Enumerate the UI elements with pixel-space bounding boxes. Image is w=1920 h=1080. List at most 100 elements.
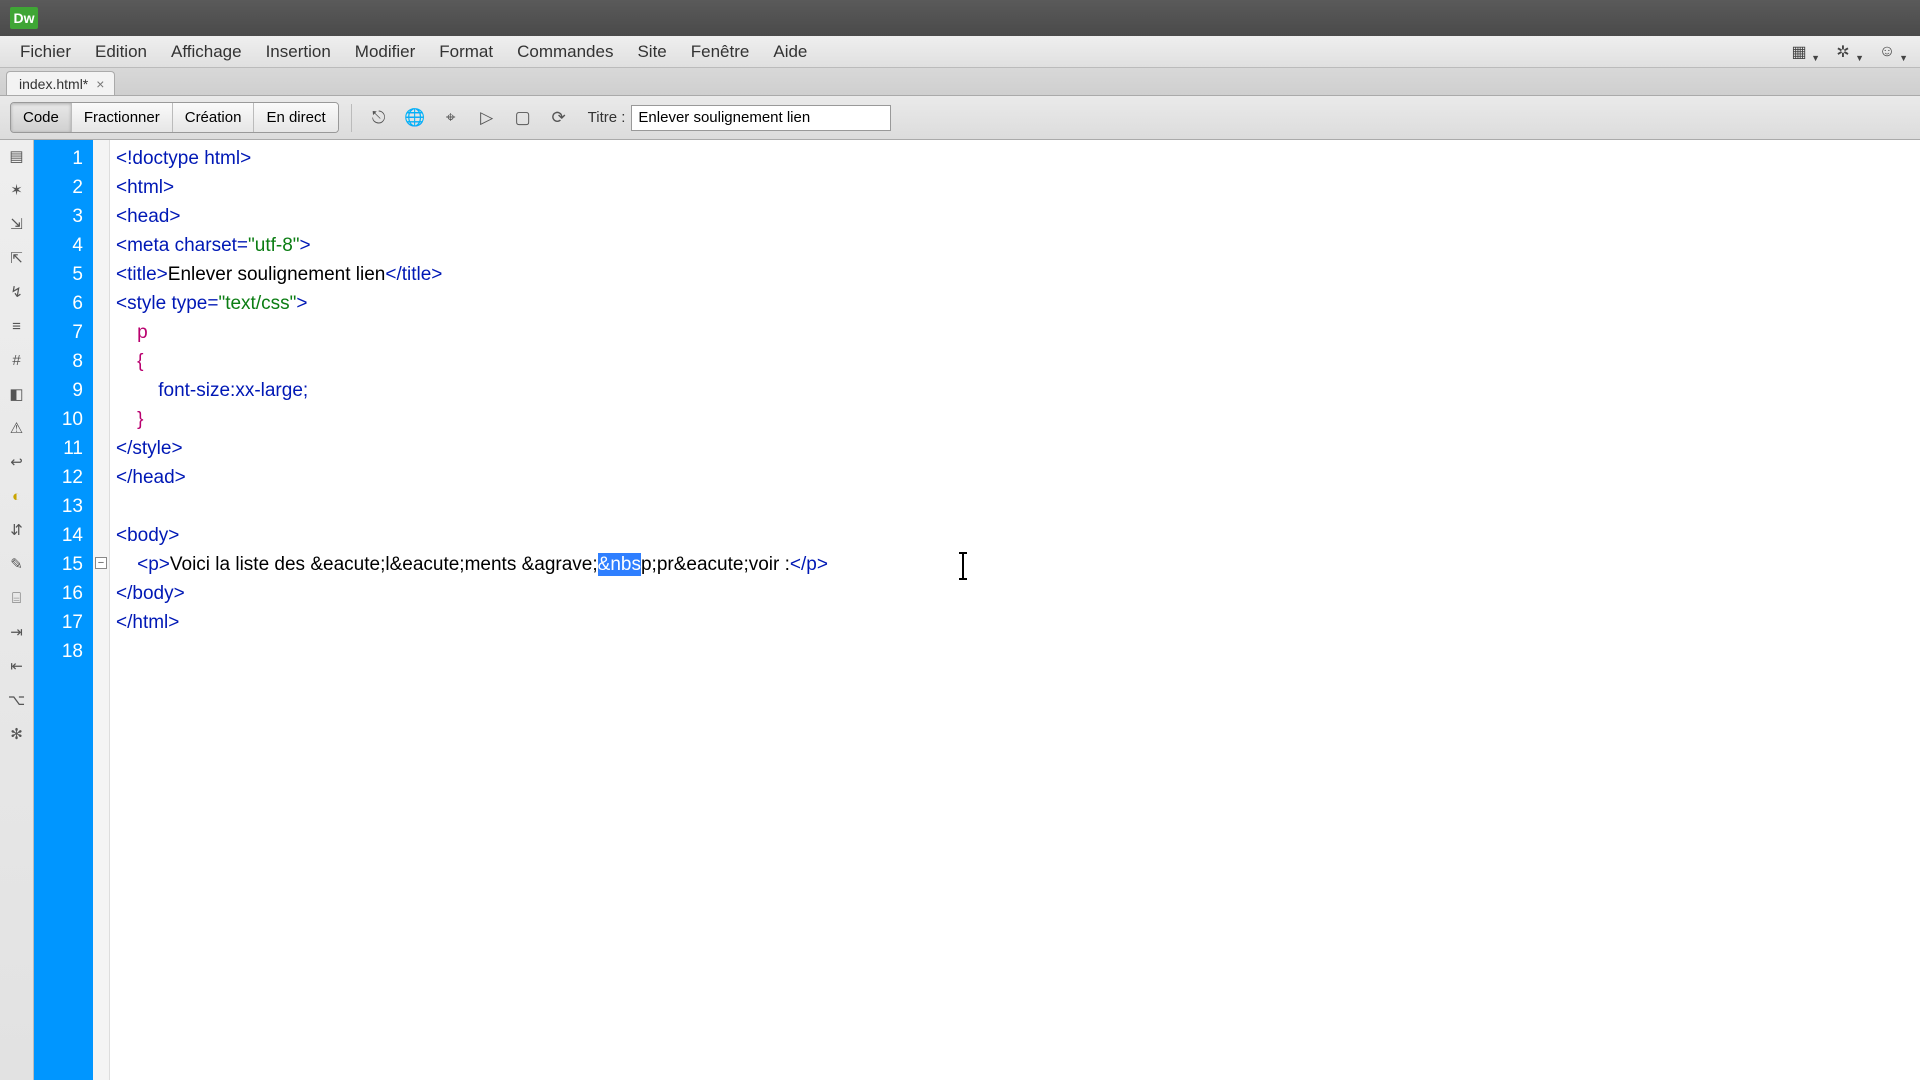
line-number: 6 bbox=[34, 289, 93, 318]
code-text: </html> bbox=[116, 612, 179, 633]
menu-site[interactable]: Site bbox=[625, 38, 678, 66]
code-text: { bbox=[116, 351, 143, 372]
balance-braces-icon[interactable]: ≡ bbox=[6, 316, 28, 336]
code-text: &agrave; bbox=[522, 554, 598, 575]
inspect-icon[interactable]: ⌖ bbox=[436, 104, 466, 132]
line-number: 16 bbox=[34, 579, 93, 608]
code-text: "text/css" bbox=[218, 293, 296, 314]
menu-edition[interactable]: Edition bbox=[83, 38, 159, 66]
menu-fichier[interactable]: Fichier bbox=[8, 38, 83, 66]
code-text: voir : bbox=[749, 554, 790, 575]
tab-close-icon[interactable]: × bbox=[96, 76, 104, 92]
word-wrap-icon[interactable]: ↩ bbox=[6, 452, 28, 472]
menu-format[interactable]: Format bbox=[427, 38, 505, 66]
move-css-icon[interactable]: ⌸ bbox=[6, 588, 28, 608]
code-text: <title> bbox=[116, 264, 168, 285]
code-editor[interactable]: <!doctype html> <html> <head> <meta char… bbox=[110, 140, 1920, 1080]
line-number: 7 bbox=[34, 318, 93, 347]
comment-icon[interactable]: ✻ bbox=[6, 724, 28, 744]
code-text: </title> bbox=[385, 264, 442, 285]
menu-modifier[interactable]: Modifier bbox=[343, 38, 427, 66]
syntax-error-icon[interactable]: ⚠ bbox=[6, 418, 28, 438]
refresh-icon[interactable]: ⟳ bbox=[544, 104, 574, 132]
line-number: 17 bbox=[34, 608, 93, 637]
view-mode-group: Code Fractionner Création En direct bbox=[10, 102, 339, 133]
highlight-icon[interactable]: ◧ bbox=[6, 384, 28, 404]
menu-bar: Fichier Edition Affichage Insertion Modi… bbox=[0, 36, 1920, 68]
app-logo: Dw bbox=[10, 7, 38, 29]
expand-icon[interactable]: ⇱ bbox=[6, 248, 28, 268]
tab-bar: index.html* × bbox=[0, 68, 1920, 96]
star-icon[interactable]: ✶ bbox=[6, 180, 28, 200]
line-number: 5 bbox=[34, 260, 93, 289]
play-icon[interactable]: ▷ bbox=[472, 104, 502, 132]
code-text: > bbox=[296, 293, 307, 314]
line-number: 4 bbox=[34, 231, 93, 260]
code-text: &eacute; bbox=[390, 554, 465, 575]
line-number: 12 bbox=[34, 463, 93, 492]
separator bbox=[351, 104, 352, 132]
line-number: 14 bbox=[34, 521, 93, 550]
format-source-icon[interactable]: ⌥ bbox=[6, 690, 28, 710]
view-split-button[interactable]: Fractionner bbox=[72, 103, 173, 132]
code-text: font-size:xx-large; bbox=[116, 380, 308, 401]
line-number: 8 bbox=[34, 347, 93, 376]
menu-affichage[interactable]: Affichage bbox=[159, 38, 254, 66]
fold-strip bbox=[93, 140, 110, 1080]
user-icon[interactable]: ☺▼ bbox=[1874, 42, 1900, 62]
code-text: <style type= bbox=[116, 293, 218, 314]
code-nav-icon[interactable]: ⇵ bbox=[6, 520, 28, 540]
collapse-icon[interactable]: ⇲ bbox=[6, 214, 28, 234]
code-text: p bbox=[116, 322, 148, 343]
view-code-button[interactable]: Code bbox=[11, 103, 72, 132]
line-number: 15− bbox=[34, 550, 93, 579]
code-text: "utf-8" bbox=[248, 235, 300, 256]
view-design-button[interactable]: Création bbox=[173, 103, 255, 132]
code-text: </p> bbox=[790, 554, 828, 575]
apply-source-icon[interactable]: ◐ bbox=[6, 486, 28, 506]
recent-snippet-icon[interactable]: ✎ bbox=[6, 554, 28, 574]
gear-icon[interactable]: ✲▼ bbox=[1830, 42, 1856, 62]
code-text: > bbox=[300, 235, 311, 256]
fold-toggle-icon[interactable]: − bbox=[95, 557, 107, 569]
select-parent-icon[interactable]: ↯ bbox=[6, 282, 28, 302]
title-input[interactable] bbox=[631, 105, 891, 131]
title-bar: Dw bbox=[0, 0, 1920, 36]
indent-icon[interactable]: ⇥ bbox=[6, 622, 28, 642]
code-text: </body> bbox=[116, 583, 185, 604]
code-text: <meta charset= bbox=[116, 235, 248, 256]
code-text: p bbox=[641, 554, 652, 575]
globe-icon[interactable]: 🌐 bbox=[400, 104, 430, 132]
menu-insertion[interactable]: Insertion bbox=[254, 38, 343, 66]
code-text: <html> bbox=[116, 177, 174, 198]
menu-fenetre[interactable]: Fenêtre bbox=[679, 38, 762, 66]
tab-file[interactable]: index.html* × bbox=[6, 71, 115, 95]
text-cursor-icon bbox=[962, 552, 964, 580]
code-text: <!doctype html> bbox=[116, 148, 251, 169]
view-live-button[interactable]: En direct bbox=[254, 103, 337, 132]
code-text: Enlever soulignement lien bbox=[168, 264, 386, 285]
code-text: } bbox=[116, 409, 143, 430]
screen-icon[interactable]: ▢ bbox=[508, 104, 538, 132]
line-number: 13 bbox=[34, 492, 93, 521]
menu-aide[interactable]: Aide bbox=[761, 38, 819, 66]
server-icon[interactable]: ⎋ bbox=[364, 104, 394, 132]
code-text: &eacute; bbox=[674, 554, 749, 575]
line-number: 2 bbox=[34, 173, 93, 202]
open-docs-icon[interactable]: ▤ bbox=[6, 146, 28, 166]
line-numbers-icon[interactable]: # bbox=[6, 350, 28, 370]
menu-commandes[interactable]: Commandes bbox=[505, 38, 625, 66]
code-text: <head> bbox=[116, 206, 180, 227]
code-text: ments bbox=[465, 554, 522, 575]
code-side-toolbar: ▤ ✶ ⇲ ⇱ ↯ ≡ # ◧ ⚠ ↩ ◐ ⇵ ✎ ⌸ ⇥ ⇤ ⌥ ✻ bbox=[0, 140, 34, 1080]
layout-icon[interactable]: ▦▼ bbox=[1786, 42, 1812, 62]
code-text: </head> bbox=[116, 467, 186, 488]
line-number: 1 bbox=[34, 144, 93, 173]
line-number-gutter: 1 2 3 4 5 6 7 8 9 10 11 12 13 14 15− 16 … bbox=[34, 140, 93, 1080]
code-text: <body> bbox=[116, 525, 179, 546]
line-number: 3 bbox=[34, 202, 93, 231]
line-number: 18 bbox=[34, 637, 93, 666]
line-number: 11 bbox=[34, 434, 93, 463]
tab-filename: index.html* bbox=[19, 76, 88, 92]
outdent-icon[interactable]: ⇤ bbox=[6, 656, 28, 676]
